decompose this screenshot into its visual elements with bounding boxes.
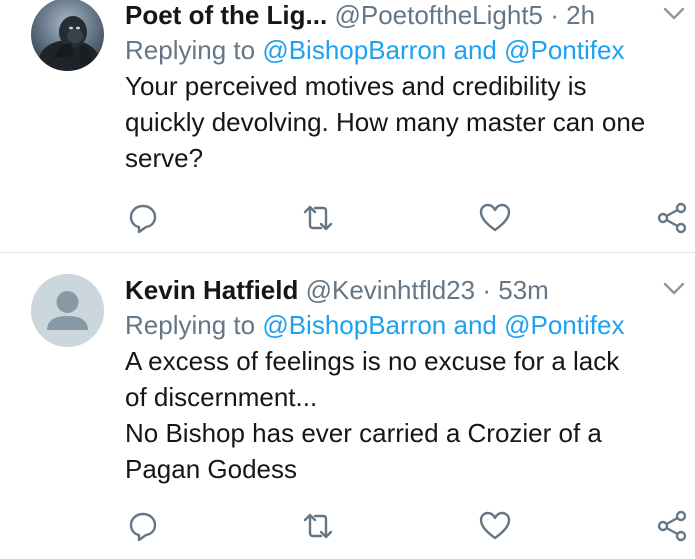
tweet[interactable]: Poet of the Lig... @PoetoftheLight5 · 2h… (0, 0, 695, 252)
tweet-text: Your perceived motives and credibility i… (125, 68, 695, 176)
tweet-text-line: Pagan Godess (125, 454, 298, 484)
timestamp[interactable]: 2h (566, 0, 595, 30)
reply-and-text[interactable]: and (453, 310, 496, 340)
share-icon (657, 202, 687, 234)
tweet-text-line: of discernment... (125, 382, 318, 412)
reply-and-text[interactable]: and (453, 35, 496, 65)
tweet-actions (0, 201, 695, 235)
display-name[interactable]: Kevin Hatfield (125, 275, 298, 305)
chevron-down-icon[interactable] (663, 281, 685, 297)
like-button[interactable] (478, 201, 512, 235)
chevron-down-icon[interactable] (663, 6, 685, 22)
reply-mention-link[interactable]: @Pontifex (504, 35, 624, 65)
tweet-text-line: quickly devolving. How many master can o… (125, 107, 646, 137)
like-button[interactable] (478, 509, 512, 543)
reply-button[interactable] (126, 509, 160, 543)
reply-icon (129, 204, 157, 234)
replying-to-label: Replying to (125, 310, 256, 340)
tweet-text-line: A excess of feelings is no excuse for a … (125, 346, 620, 376)
reply-mention-link[interactable]: @Pontifex (504, 310, 624, 340)
tweet-header: Kevin Hatfield @Kevinhtfld23 · 53m (125, 273, 695, 307)
retweet-button[interactable] (301, 509, 335, 543)
tweet-text-line: Your perceived motives and credibility i… (125, 71, 587, 101)
share-icon (657, 510, 687, 542)
share-button[interactable] (655, 201, 689, 235)
reply-button[interactable] (126, 201, 160, 235)
separator-dot: · (482, 275, 492, 305)
avatar[interactable] (31, 0, 104, 71)
replying-to: Replying to @BishopBarron and @Pontifex (125, 32, 695, 68)
reply-mention-link[interactable]: @BishopBarron (262, 310, 446, 340)
retweet-button[interactable] (301, 201, 335, 235)
tweet-text-line: serve? (125, 143, 204, 173)
tweet-text-line: No Bishop has ever carried a Crozier of … (125, 418, 602, 448)
separator-dot: · (550, 0, 559, 30)
tweet[interactable]: Kevin Hatfield @Kevinhtfld23 · 53m Reply… (0, 253, 695, 559)
tweet-header: Poet of the Lig... @PoetoftheLight5 · 2h (125, 0, 695, 32)
display-name[interactable]: Poet of the Lig... (125, 0, 327, 30)
tweet-text: A excess of feelings is no excuse for a … (125, 343, 695, 487)
reply-mention-link[interactable]: @BishopBarron (262, 35, 446, 65)
user-handle[interactable]: @Kevinhtfld23 (306, 275, 476, 305)
replying-to: Replying to @BishopBarron and @Pontifex (125, 307, 695, 343)
replying-to-label: Replying to (125, 35, 256, 65)
avatar[interactable] (31, 274, 104, 347)
timestamp[interactable]: 53m (498, 275, 549, 305)
default-avatar-icon (31, 274, 104, 347)
tweet-actions (0, 509, 695, 543)
reply-icon (129, 512, 157, 542)
share-button[interactable] (655, 509, 689, 543)
retweet-icon (303, 205, 333, 231)
user-handle[interactable]: @PoetoftheLight5 (334, 0, 543, 30)
heart-icon (479, 511, 511, 540)
gorilla-avatar-image (31, 0, 104, 71)
retweet-icon (303, 513, 333, 539)
heart-icon (479, 203, 511, 232)
